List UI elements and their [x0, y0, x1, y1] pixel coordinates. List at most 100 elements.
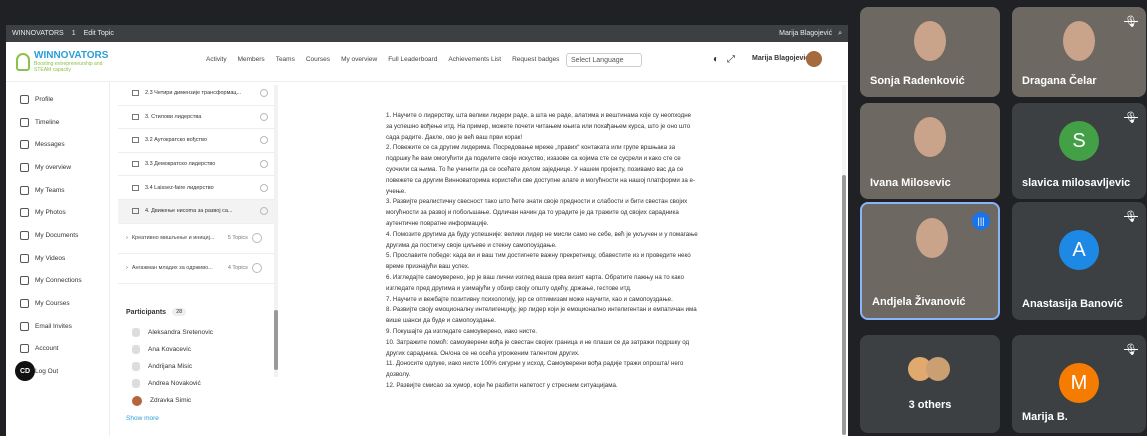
lesson-item[interactable]: 4. Движење ниcoma за развој ca...	[118, 199, 278, 224]
lesson-title: 3. Стилови лидерства	[145, 113, 202, 120]
completion-circle-icon	[251, 233, 262, 244]
completion-circle-icon	[260, 160, 268, 169]
cd-badge[interactable]: CD	[15, 361, 35, 381]
lesson-item[interactable]: 3.3 Демократско лидерство	[118, 153, 278, 177]
participant-tile[interactable]: M 🎙︎ Marija B.	[1012, 335, 1146, 433]
sidebar-item-label: Email Invites	[35, 322, 72, 330]
mic-off-icon: 🎙︎	[1124, 16, 1138, 28]
mic-off-icon: 🎙︎	[1124, 344, 1138, 356]
participant-name: Ana Kovacevic	[148, 346, 191, 353]
course-section[interactable]: › Креативно мишљење и инициј... 5 Topics	[118, 224, 278, 254]
sidebar-item-profile[interactable]: Profile	[6, 88, 109, 111]
avatar[interactable]	[806, 51, 822, 67]
participant-tile[interactable]: 🎙︎ Dragana Čelar	[1012, 7, 1146, 97]
account-icon	[20, 344, 29, 354]
participant-tile[interactable]: Sonja Radenković	[860, 7, 1000, 97]
lesson-item[interactable]: 2.3 Четири димензије трансформац...	[118, 82, 278, 106]
site-header: WINNOVATORS Boosting entrepreneurship an…	[6, 42, 848, 82]
left-sidebar: Profile Timeline Messages My overview My Tea…	[6, 82, 110, 436]
course-section[interactable]: › Ангажман младих за одрживо... 4 Topics	[118, 254, 278, 284]
lesson-item[interactable]: 3.4 Laissez-faire лидерство	[118, 176, 278, 200]
sidebar-item-my-photos[interactable]: My Photos	[6, 201, 109, 224]
nav-teams[interactable]: Teams	[276, 56, 295, 63]
participant-name: Andrea Novaković	[148, 380, 201, 387]
sidebar-item-label: My overview	[35, 163, 72, 171]
participants-title: Participants	[126, 308, 167, 316]
avatar: A	[1059, 230, 1099, 270]
nav-members[interactable]: Members	[238, 56, 265, 63]
edit-topic-link[interactable]: Edit Topic	[84, 30, 114, 37]
sidebar-item-label: Account	[35, 345, 59, 353]
brand-logo[interactable]: WINNOVATORS Boosting entrepreneurship an…	[16, 50, 108, 73]
lesson-icon	[132, 208, 139, 215]
brand-tagline: Boosting entrepreneurship and STEAM capa…	[34, 61, 103, 73]
sidebar-item-my-connections[interactable]: My Connections	[6, 270, 109, 293]
connections-icon	[20, 276, 29, 286]
completion-circle-icon	[260, 89, 268, 98]
lesson-title: 3.4 Laissez-faire лидерство	[145, 184, 214, 191]
list-item[interactable]: Aleksandra Sretenovic	[118, 324, 278, 341]
lesson-item[interactable]: 3. Стилови лидерства	[118, 106, 278, 130]
content-paragraph: 6. Изгледајте самоуверено, јер је ваш ли…	[386, 273, 684, 292]
sidebar-item-timeline[interactable]: Timeline	[6, 111, 109, 134]
participant-tile[interactable]: Ivana Milosevic	[860, 103, 1000, 199]
lightbulb-icon	[16, 52, 30, 71]
completion-circle-icon	[260, 183, 268, 192]
completion-circle-icon	[260, 136, 268, 145]
notification-counter[interactable]: 1	[72, 30, 76, 37]
header-user-name[interactable]: Marija Blagojević	[752, 55, 809, 62]
expand-icon[interactable]: ⤢	[727, 54, 735, 65]
dark-mode-icon[interactable]: ◐	[713, 54, 719, 65]
chevron-right-icon: ›	[126, 235, 128, 242]
sidebar-item-email-invites[interactable]: Email Invites	[6, 315, 109, 338]
list-item[interactable]: Andrijana Misic	[118, 358, 278, 375]
nav-courses[interactable]: Courses	[306, 56, 330, 63]
content-paragraph: 4. Помозите другима да буду успешније: в…	[386, 230, 698, 249]
nav-full-leaderboard[interactable]: Full Leaderboard	[388, 56, 437, 63]
nav-achievements[interactable]: Achievements List	[448, 56, 501, 63]
sidebar-item-my-overview[interactable]: My overview	[6, 156, 109, 179]
nav-my-overview[interactable]: My overview	[341, 56, 377, 63]
lesson-content: 1. Научите о лидерству, шта велики лидер…	[386, 111, 698, 392]
lesson-item[interactable]: 3.2 Аутократско вођство	[118, 129, 278, 153]
participants-panel: Participants 28 Aleksandra Sretenovic Ana …	[118, 308, 278, 422]
main-nav: Activity Members Teams Courses My overvi…	[206, 56, 559, 63]
list-item[interactable]: Zdravka Simic	[118, 392, 278, 409]
sidebar-item-my-videos[interactable]: My Videos	[6, 247, 109, 270]
email-icon	[20, 321, 29, 331]
sidebar-item-my-documents[interactable]: My Documents	[6, 224, 109, 247]
nav-request-badges[interactable]: Request badges	[512, 56, 559, 63]
list-item[interactable]: Ana Kovacevic	[118, 341, 278, 358]
browser-user: Marija Blagojević	[779, 30, 833, 37]
sidebar-item-label: Log Out	[35, 368, 59, 376]
participant-tile[interactable]: A 🎙︎ Anastasija Banović	[1012, 202, 1146, 320]
sidebar-item-label: My Teams	[35, 186, 65, 194]
show-more-link[interactable]: Show more	[118, 415, 278, 422]
avatar: S	[1059, 121, 1099, 161]
videos-icon	[20, 253, 29, 263]
sidebar-item-label: Messages	[35, 141, 65, 149]
list-item[interactable]: Andrea Novaković	[118, 375, 278, 392]
participant-tile[interactable]: ||| Andjela Živanović	[860, 202, 1000, 320]
sidebar-item-messages[interactable]: Messages	[6, 133, 109, 156]
participant-video	[914, 21, 946, 61]
user-icon	[132, 328, 140, 337]
speaking-icon: |||	[972, 212, 990, 230]
sidebar-item-my-teams[interactable]: My Teams	[6, 179, 109, 202]
sidebar-item-account[interactable]: Account	[6, 338, 109, 361]
participant-tile[interactable]: 3 others	[860, 335, 1000, 433]
content-paragraph: 3. Развијте реалистичну свесност тако шт…	[386, 198, 688, 227]
search-icon[interactable]: ⌕	[838, 30, 842, 38]
content-paragraph: 10. Затражите помоћ: самоуверени вођа је…	[386, 338, 690, 357]
participant-tile[interactable]: S 🎙︎ slavica milosavljevic	[1012, 103, 1146, 199]
participant-name: Andjela Živanović	[872, 296, 966, 308]
content-scrollbar[interactable]	[842, 85, 846, 435]
completion-circle-icon	[260, 207, 268, 216]
avatar: M	[1059, 363, 1099, 403]
language-select[interactable]: Select Language	[566, 53, 642, 67]
courses-icon	[20, 299, 29, 309]
sidebar-item-my-courses[interactable]: My Courses	[6, 292, 109, 315]
sidebar-item-label: My Videos	[35, 254, 66, 262]
mic-off-icon: 🎙︎	[1124, 211, 1138, 223]
nav-activity[interactable]: Activity	[206, 56, 227, 63]
